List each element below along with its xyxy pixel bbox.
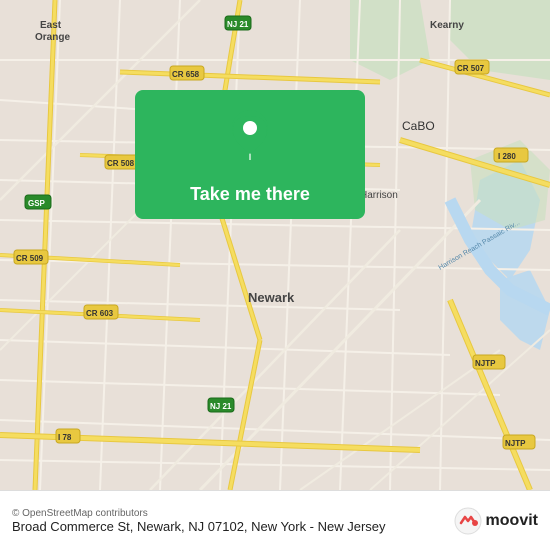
map-background: East Orange Kearny Newark Harrison Harri… [0, 0, 550, 490]
svg-text:Harrison: Harrison [360, 190, 398, 201]
copyright-text: © OpenStreetMap contributors [12, 508, 446, 519]
svg-text:CR 603: CR 603 [86, 309, 114, 318]
moovit-icon [454, 507, 482, 535]
location-pin-area [135, 90, 365, 170]
button-overlay: Take me there [135, 90, 365, 219]
svg-text:NJ 21: NJ 21 [210, 402, 232, 411]
svg-text:Orange: Orange [35, 32, 70, 43]
svg-text:GSP: GSP [28, 199, 46, 208]
moovit-logo: moovit [454, 507, 538, 535]
svg-text:Kearny: Kearny [430, 20, 464, 31]
svg-text:East: East [40, 20, 62, 31]
address-text: Broad Commerce St, Newark, NJ 07102, New… [12, 519, 446, 534]
svg-text:I 78: I 78 [58, 433, 72, 442]
svg-text:Newark: Newark [248, 290, 295, 305]
bottom-bar: © OpenStreetMap contributors Broad Comme… [0, 490, 550, 550]
moovit-label: moovit [486, 512, 538, 530]
svg-text:NJTP: NJTP [505, 439, 526, 448]
svg-text:CR 508: CR 508 [107, 159, 135, 168]
svg-text:CR 509: CR 509 [16, 254, 44, 263]
map-container: East Orange Kearny Newark Harrison Harri… [0, 0, 550, 490]
svg-text:CaBO: CaBO [402, 119, 435, 133]
svg-text:CR 658: CR 658 [172, 70, 200, 79]
svg-text:I 280: I 280 [498, 152, 516, 161]
location-pin-icon [229, 108, 271, 160]
svg-text:CR 507: CR 507 [457, 64, 485, 73]
take-me-there-button[interactable]: Take me there [135, 170, 365, 219]
svg-text:NJTP: NJTP [475, 359, 496, 368]
svg-text:NJ 21: NJ 21 [227, 20, 249, 29]
